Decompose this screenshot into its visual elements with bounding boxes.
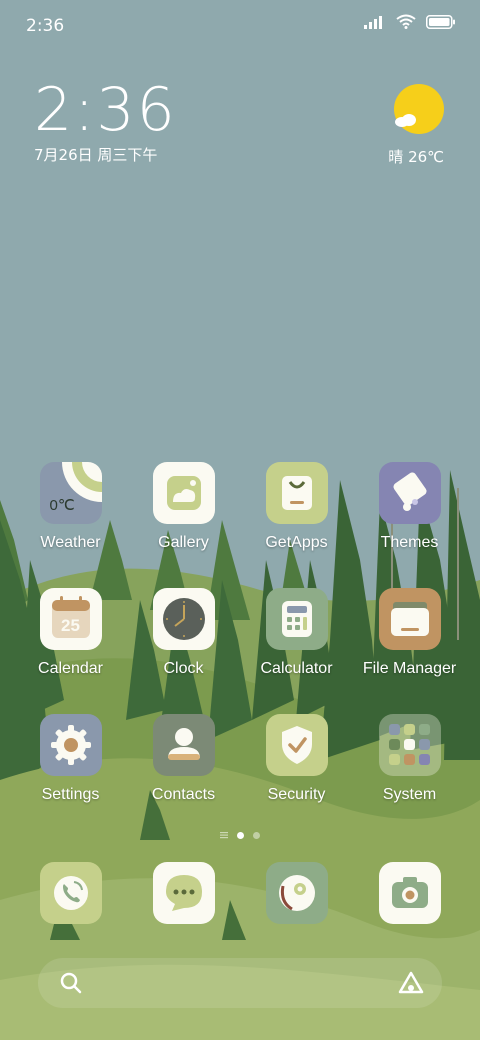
app-label: Calculator — [260, 660, 333, 677]
calendar-icon: 25 — [39, 588, 102, 650]
app-label: System — [382, 786, 437, 803]
status-icons — [364, 14, 456, 29]
settings-icon — [39, 714, 102, 776]
app-label: GetApps — [265, 534, 328, 551]
camera-icon — [378, 862, 441, 924]
app-file-manager[interactable]: File Manager — [353, 588, 466, 678]
gallery-icon — [152, 462, 215, 524]
status-bar: 2:36 — [0, 0, 480, 50]
app-gallery[interactable]: Gallery — [127, 462, 240, 552]
dock-phone[interactable] — [14, 862, 127, 924]
app-label: Contacts — [151, 786, 216, 803]
phone-icon — [39, 862, 102, 924]
messages-icon — [152, 862, 215, 924]
security-icon — [265, 714, 328, 776]
themes-icon — [378, 462, 441, 524]
system-folder-icon — [378, 714, 441, 776]
getapps-icon — [265, 462, 328, 524]
app-clock[interactable]: Clock — [127, 588, 240, 678]
contacts-icon — [152, 714, 215, 776]
home-screen: 2:36 2:36 7月26日 周三下午 晴 26℃ 0℃ Weather Ga… — [0, 0, 480, 1040]
app-label: Settings — [41, 786, 100, 803]
dock-messages[interactable] — [127, 862, 240, 924]
calendar-icon-day: 25 — [61, 616, 80, 635]
app-themes[interactable]: Themes — [353, 462, 466, 552]
clock-widget-time: 2:36 — [34, 75, 177, 145]
weather-summary: 晴 26℃ — [388, 148, 444, 166]
clock-widget[interactable]: 2:36 7月26日 周三下午 — [34, 78, 177, 165]
dock-camera[interactable] — [353, 862, 466, 924]
clock-icon — [152, 588, 215, 650]
browser-icon — [265, 862, 328, 924]
page-dot — [253, 831, 260, 839]
search-bar[interactable] — [38, 958, 442, 1008]
app-getapps[interactable]: GetApps — [240, 462, 353, 552]
assistant-icon[interactable] — [398, 970, 424, 996]
page-indicator[interactable] — [0, 828, 480, 842]
wifi-icon — [396, 14, 416, 29]
signal-icon — [364, 15, 382, 29]
app-calculator[interactable]: Calculator — [240, 588, 353, 678]
clock-widget-date: 7月26日 周三下午 — [34, 146, 158, 164]
app-label: Themes — [380, 534, 439, 551]
calculator-icon — [265, 588, 328, 650]
app-label: Weather — [40, 534, 101, 551]
weather-icon-temp: 0℃ — [49, 497, 75, 514]
app-label: Clock — [163, 660, 204, 677]
dock-browser[interactable] — [240, 862, 353, 924]
app-weather[interactable]: 0℃ Weather — [14, 462, 127, 552]
app-security[interactable]: Security — [240, 714, 353, 804]
app-label: Calendar — [38, 660, 103, 677]
app-contacts[interactable]: Contacts — [127, 714, 240, 804]
page-dot-active — [237, 831, 244, 839]
app-label: Security — [267, 786, 326, 803]
app-label: Gallery — [158, 534, 209, 551]
weather-widget[interactable]: 晴 26℃ — [354, 84, 444, 168]
status-time: 2:36 — [26, 16, 65, 36]
file-manager-icon — [378, 588, 441, 650]
feed-page-icon — [220, 832, 228, 839]
cloud-icon — [395, 114, 416, 127]
battery-icon — [426, 14, 455, 29]
app-settings[interactable]: Settings — [14, 714, 127, 804]
app-system-folder[interactable]: System — [353, 714, 466, 804]
app-calendar[interactable]: 25 Calendar — [14, 588, 127, 678]
weather-icon: 0℃ — [39, 462, 102, 524]
search-icon — [60, 972, 82, 994]
app-label: File Manager — [362, 660, 457, 677]
